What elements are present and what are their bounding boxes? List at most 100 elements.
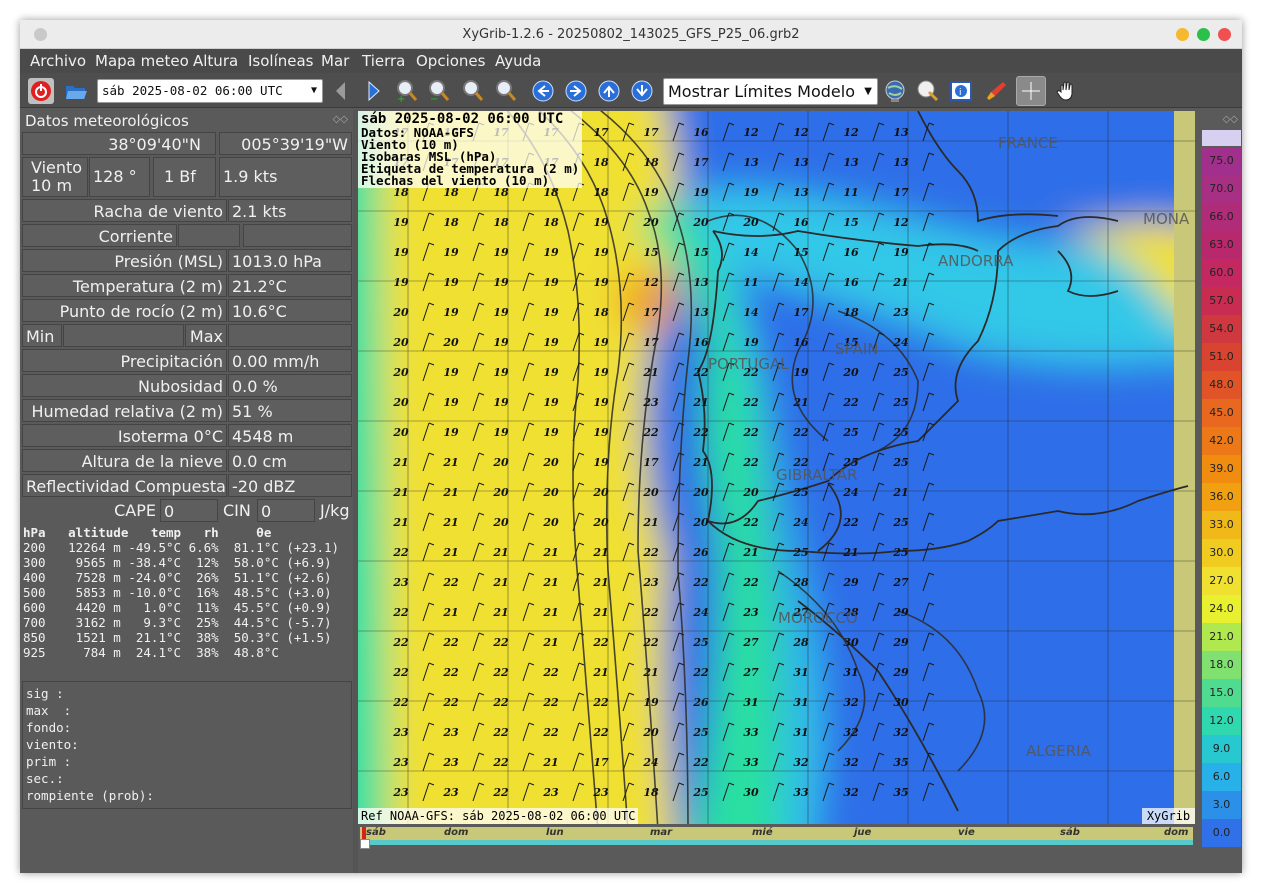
weather-map[interactable]: 1717171717171612121213171717171818171313… [358,111,1195,824]
colorbar-swatch: 70.0 [1202,175,1241,203]
legend-line: Flechas del viento (10 m) [361,173,550,188]
temperature-label: 35 [893,756,908,769]
temperature-label: 19 [493,396,509,409]
temperature-label: 21 [892,486,908,499]
map-canvas[interactable]: 1717171717171612121213171717171818171313… [358,111,1195,824]
pan-right-icon[interactable] [563,78,589,104]
download-icon[interactable] [915,78,941,104]
temperature-label: 18 [493,216,509,229]
maximize-window-button[interactable] [1197,28,1210,41]
date-select[interactable]: sáb 2025-08-02 06:00 UTC ▼ [97,79,323,103]
temperature-label: 30 [843,636,859,649]
cape-unit: J/kg [320,501,350,520]
globe-icon[interactable] [882,78,908,104]
zoom-all-icon[interactable] [493,78,519,104]
temperature-label: 19 [543,306,559,319]
country-label: ANDORRA [938,252,1014,270]
prev-icon[interactable] [328,78,354,104]
temperature-label: 22 [842,516,859,529]
country-label: GIBRALTAR [776,466,857,484]
temperature-label: 19 [493,366,509,379]
cloud-row: Nubosidad 0.0 % [22,374,352,397]
brand-label: XyGrib [1142,808,1195,824]
temperature-label: 12 [843,126,859,139]
toolbar: sáb 2025-08-02 06:00 UTC ▼ + − Mostrar L… [20,73,1242,108]
menu-opciones[interactable]: Opciones [416,52,485,70]
window-title: XyGrib-1.2.6 - 20250802_143025_GFS_P25_0… [462,27,800,42]
temperature-label: 25 [842,426,858,439]
precipitation-label: Precipitación [22,349,227,372]
pan-up-icon[interactable] [596,78,622,104]
colorbar-swatch: 9.0 [1202,735,1241,763]
temperature-label: 20 [692,486,709,499]
temperature-label: 22 [392,666,409,679]
menu-isolineas[interactable]: Isolíneas [248,52,314,70]
temperature-label: 19 [593,366,609,379]
crosshair-icon[interactable] [1016,76,1046,106]
temperature-label: 23 [392,576,409,589]
minimize-window-button[interactable] [1176,28,1189,41]
colorbar-swatch: 45.0 [1202,399,1241,427]
temperature-label: 20 [692,516,709,529]
temperature-label: 22 [692,576,709,589]
temperature-label: 27 [742,636,759,649]
rocket-icon[interactable] [983,78,1009,104]
pan-down-icon[interactable] [629,78,655,104]
colorbar-swatch: 66.0 [1202,203,1241,231]
menu-ayuda[interactable]: Ayuda [495,52,541,70]
menu-altura[interactable]: Altura [193,52,238,70]
menu-tierra[interactable]: Tierra [362,52,405,70]
cin-value: 0 [257,499,315,522]
temperature-label: 17 [793,306,809,319]
dock-icon[interactable]: ◇◇ [1223,114,1238,125]
zoom-in-icon[interactable]: + [394,78,420,105]
temperature-label: 21 [742,546,758,559]
zoom-out-icon[interactable]: − [426,78,452,105]
pan-left-icon[interactable] [530,78,556,104]
temperature-label: 20 [542,456,559,469]
temperature-label: 21 [592,576,608,589]
hand-icon[interactable] [1053,78,1079,104]
dock-icon[interactable]: ◇◇ [333,114,348,125]
temperature-label: 14 [793,276,808,289]
temperature-label: 31 [743,696,758,709]
menu-mapa-meteo[interactable]: Mapa meteo [95,52,189,70]
timeline[interactable]: sáb dom lun mar mié jue vie sáb dom [358,825,1195,849]
isotherm-value: 4548 m [228,424,352,447]
menu-mar[interactable]: Mar [321,52,349,70]
map-boundaries-select[interactable]: Mostrar Límites Modelo ▼ [663,78,878,105]
zoom-selection-icon[interactable] [460,78,486,104]
reflectivity-label: Reflectividad Compuesta [22,474,227,497]
colorbar-swatch: 51.0 [1202,343,1241,371]
temperature-label: 20 [742,486,759,499]
wind-label-line2: 10 m [31,176,73,195]
temperature-label: 19 [493,246,509,259]
temperature-label: 15 [793,246,808,259]
close-app-button[interactable] [1218,28,1231,41]
temperature-label: 19 [793,366,809,379]
open-file-icon[interactable] [63,78,89,104]
temperature-label: 22 [442,666,459,679]
temperature-label: 16 [693,336,709,349]
temperature-label: 25 [692,726,708,739]
color-scale: ◇◇ 75.0 70.0 66.0 63.0 60.0 57.0 54.0 51.0 48.0 4… [1200,111,1241,848]
temperature-label: 20 [542,486,559,499]
temperature-label: 22 [692,666,709,679]
humidity-row: Humedad relativa (2 m) 51 % [22,399,352,422]
colorbar-swatch: 36.0 [1202,483,1241,511]
info-icon[interactable]: i [948,78,974,104]
temperature-label: 20 [492,486,509,499]
snow-row: Altura de la nieve 0.0 cm [22,449,352,472]
colorbar-swatch: 60.0 [1202,259,1241,287]
menu-archivo[interactable]: Archivo [30,52,86,70]
temperature-label: 21 [842,546,858,559]
timeline-slider[interactable] [360,840,1193,845]
svg-text:i: i [959,88,962,98]
temperature-label: 21 [442,606,458,619]
temperature-label: 18 [443,216,459,229]
power-icon[interactable] [28,78,54,104]
min-label: Min [22,324,62,347]
timeline-handle[interactable] [360,839,370,849]
next-icon[interactable] [360,78,386,104]
colorbar-swatch: 0.0 [1202,819,1241,847]
